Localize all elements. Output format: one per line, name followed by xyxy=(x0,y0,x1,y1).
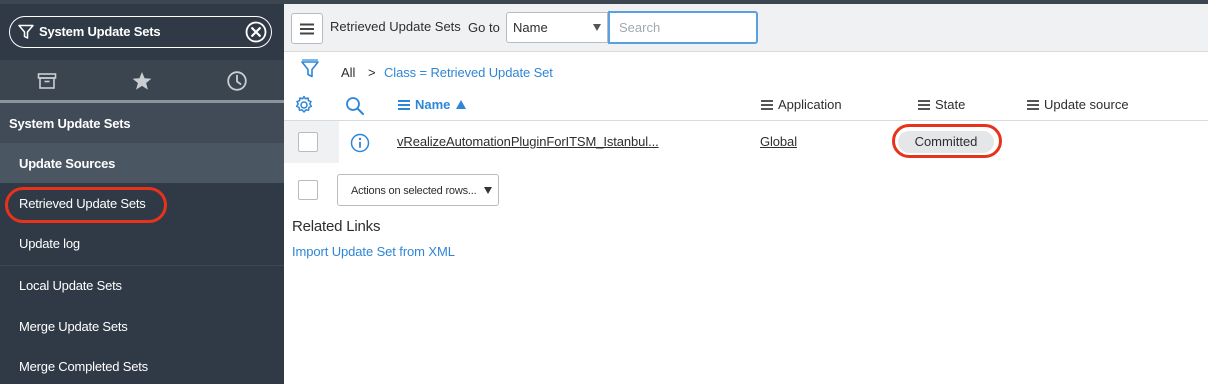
tab-favorites[interactable] xyxy=(95,60,190,102)
chevron-down-icon xyxy=(593,24,601,31)
search-icon[interactable] xyxy=(345,96,365,116)
nav-section-system-update-sets[interactable]: System Update Sets xyxy=(0,103,284,143)
nav-item-label: Merge Completed Sets xyxy=(19,358,148,374)
archive-icon xyxy=(38,73,57,89)
nav-item-label: Retrieved Update Sets xyxy=(19,195,146,211)
filter-funnel-icon xyxy=(18,24,34,39)
nav-item-merge-update-sets[interactable]: Merge Update Sets xyxy=(0,306,284,346)
nav-item-merge-completed-sets[interactable]: Merge Completed Sets xyxy=(0,346,284,384)
hamburger-icon xyxy=(300,23,314,34)
application-navigator: System Update Sets System Update Sets Up… xyxy=(0,0,284,384)
nav-filter-area: System Update Sets xyxy=(0,4,284,60)
tab-all-apps[interactable] xyxy=(0,60,95,102)
import-update-set-link[interactable]: Import Update Set from XML xyxy=(292,244,455,259)
column-header-label: Update source xyxy=(1044,97,1129,112)
nav-item-update-log[interactable]: Update log xyxy=(0,223,284,263)
nav-item-label: Update Sources xyxy=(19,155,116,171)
application-link[interactable]: Global xyxy=(760,134,797,149)
nav-item-retrieved-update-sets[interactable]: Retrieved Update Sets xyxy=(0,183,284,223)
goto-field-select[interactable]: Name xyxy=(506,12,608,43)
actions-select-label: Actions on selected rows... xyxy=(351,185,477,197)
nav-item-label: Local Update Sets xyxy=(19,278,122,293)
tab-history[interactable] xyxy=(189,60,284,102)
related-links-heading: Related Links xyxy=(292,218,381,235)
list-search-input[interactable] xyxy=(608,11,758,44)
column-menu-icon[interactable] xyxy=(1027,98,1039,112)
state-badge: Committed xyxy=(898,131,994,153)
column-menu-icon[interactable] xyxy=(398,98,410,112)
column-header-label: Application xyxy=(778,97,842,112)
breadcrumb-separator: > xyxy=(368,65,376,80)
chevron-down-icon xyxy=(484,187,492,194)
nav-item-local-update-sets[interactable]: Local Update Sets xyxy=(0,265,284,305)
table-row: vRealizeAutomationPluginForITSM_Istanbul… xyxy=(284,121,1208,163)
list-title: Retrieved Update Sets xyxy=(330,19,461,34)
info-icon[interactable] xyxy=(350,133,370,153)
list-view: Retrieved Update Sets Go to Name All > C… xyxy=(284,0,1208,384)
column-header-state[interactable]: State xyxy=(918,97,965,112)
list-toolbar: Retrieved Update Sets Go to Name xyxy=(284,4,1208,52)
gear-icon[interactable] xyxy=(294,95,314,115)
navigator-filter-text[interactable]: System Update Sets xyxy=(39,24,161,39)
row-select-cell xyxy=(284,121,339,163)
clock-icon xyxy=(226,71,247,91)
column-header-label: State xyxy=(935,97,966,112)
column-header-update-source[interactable]: Update source xyxy=(1027,97,1129,112)
sort-ascending-icon xyxy=(456,100,467,109)
breadcrumb-all[interactable]: All xyxy=(341,65,355,80)
update-set-name-link[interactable]: vRealizeAutomationPluginForITSM_Istanbul… xyxy=(397,134,659,149)
clear-filter-icon[interactable] xyxy=(245,21,267,43)
goto-label: Go to xyxy=(468,20,500,35)
nav-item-update-sources[interactable]: Update Sources xyxy=(0,143,284,183)
column-header-name[interactable]: Name xyxy=(398,97,467,112)
row-checkbox[interactable] xyxy=(298,132,318,152)
select-all-checkbox[interactable] xyxy=(298,180,318,200)
navigator-tabs xyxy=(0,60,284,102)
breadcrumb-condition[interactable]: Class = Retrieved Update Set xyxy=(384,65,553,80)
actions-on-selected-rows-select[interactable]: Actions on selected rows... xyxy=(337,174,499,206)
navigator-filter-input[interactable]: System Update Sets xyxy=(9,16,272,48)
filter-funnel-icon[interactable] xyxy=(300,59,320,81)
column-menu-icon[interactable] xyxy=(918,98,930,112)
list-menu-button[interactable] xyxy=(291,13,323,44)
nav-item-label: Merge Update Sets xyxy=(19,318,128,334)
nav-item-label: Update log xyxy=(19,235,80,251)
column-menu-icon[interactable] xyxy=(761,98,773,112)
column-header-label: Name xyxy=(415,97,451,112)
star-icon xyxy=(132,72,152,90)
goto-field-value: Name xyxy=(513,20,548,35)
column-header-application[interactable]: Application xyxy=(761,97,842,112)
